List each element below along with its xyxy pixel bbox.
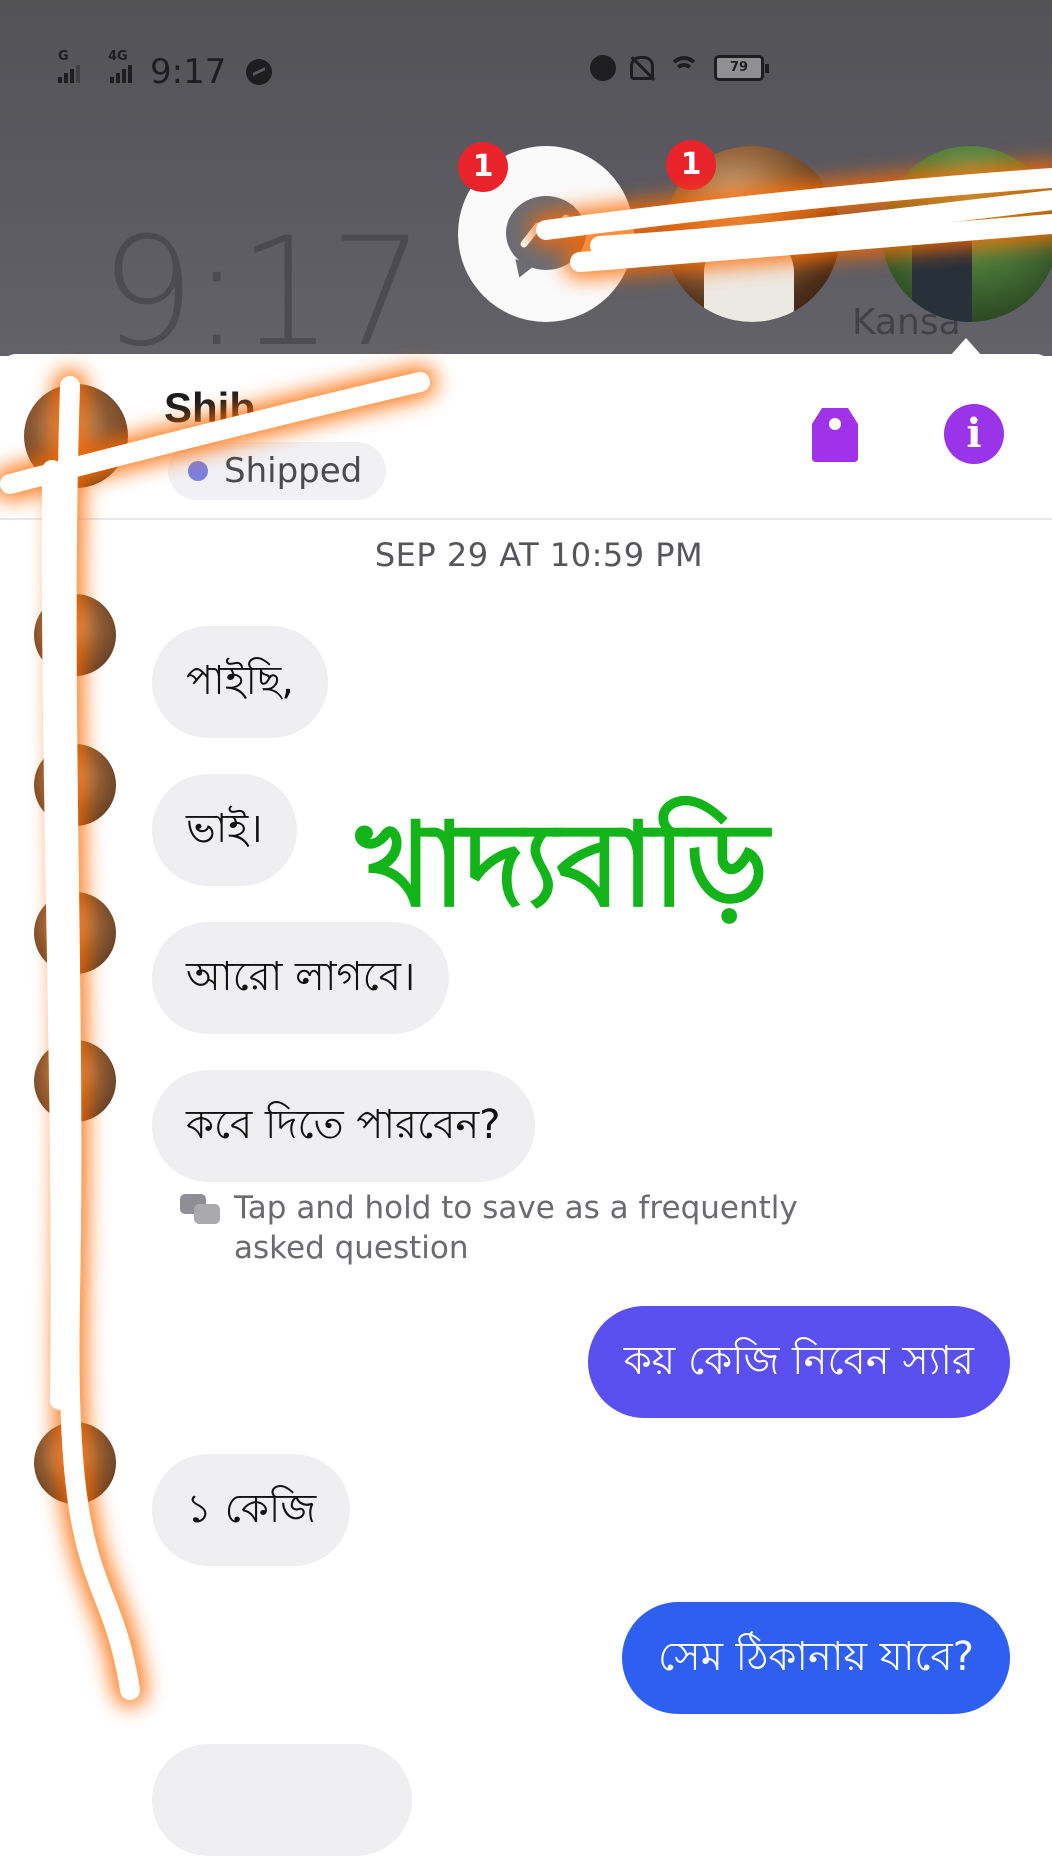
lockscreen-background: G 4G 9:17 79 9:17 Kansa 1 1	[0, 0, 1052, 368]
sim1-network-type: G	[58, 49, 69, 64]
messenger-icon	[506, 196, 586, 270]
avatar[interactable]	[24, 384, 128, 488]
sim2-network-type: 4G	[108, 49, 128, 64]
tag-icon[interactable]	[808, 404, 862, 466]
notifications-muted-icon	[630, 56, 654, 80]
status-time: 9:17	[150, 52, 227, 92]
avatar	[34, 594, 116, 676]
incoming-message[interactable]: ১ কেজি	[152, 1454, 351, 1566]
outgoing-message[interactable]: কয় কেজি নিবেন স্যার	[587, 1306, 1010, 1418]
watermark: খাদ্যবাড়ি	[356, 798, 769, 933]
status-bar-right: 79	[590, 54, 769, 82]
label-dot	[188, 461, 208, 481]
signal-icon-sim2: 4G	[108, 49, 132, 83]
contact-name[interactable]: Shib	[164, 384, 255, 432]
outgoing-message[interactable]: সেম ঠিকানায় যাবে?	[622, 1602, 1010, 1714]
avatar	[34, 1422, 116, 1504]
avatar	[34, 1040, 116, 1122]
wifi-icon	[668, 54, 700, 82]
battery-icon: 79	[714, 55, 769, 81]
faq-hint-text: Tap and hold to save as a frequently ask…	[234, 1190, 798, 1266]
unread-badge: 1	[458, 142, 508, 192]
unread-badge: 1	[666, 140, 716, 190]
chat-header: Shib Shipped i	[0, 354, 1052, 520]
signal-icon-sim1: G	[58, 49, 80, 83]
info-icon[interactable]: i	[944, 404, 1004, 464]
incoming-message[interactable]: ভাই।	[152, 774, 297, 886]
chat-panel: Shib Shipped i SEP 29 AT 10:59 PM পাইছি,…	[0, 354, 1052, 1856]
label-text: Shipped	[224, 451, 363, 491]
faq-hint[interactable]: Tap and hold to save as a frequently ask…	[180, 1188, 820, 1268]
alarm-icon	[590, 55, 616, 81]
messenger-notification-icon	[246, 59, 273, 85]
status-bar-left: G 4G 9:17	[58, 49, 273, 94]
incoming-message[interactable]: কবে দিতে পারবেন?	[152, 1070, 535, 1182]
label-chip[interactable]: Shipped	[168, 442, 387, 500]
lockscreen-clock: 9:17	[100, 206, 425, 380]
avatar	[34, 744, 116, 826]
faq-chat-icon	[180, 1194, 224, 1228]
avatar	[34, 892, 116, 974]
message-timestamp: SEP 29 AT 10:59 PM	[374, 536, 704, 574]
incoming-message-partial	[152, 1744, 412, 1856]
incoming-message[interactable]: পাইছি,	[152, 626, 328, 738]
contact-chat-head-kansa[interactable]	[882, 146, 1052, 322]
